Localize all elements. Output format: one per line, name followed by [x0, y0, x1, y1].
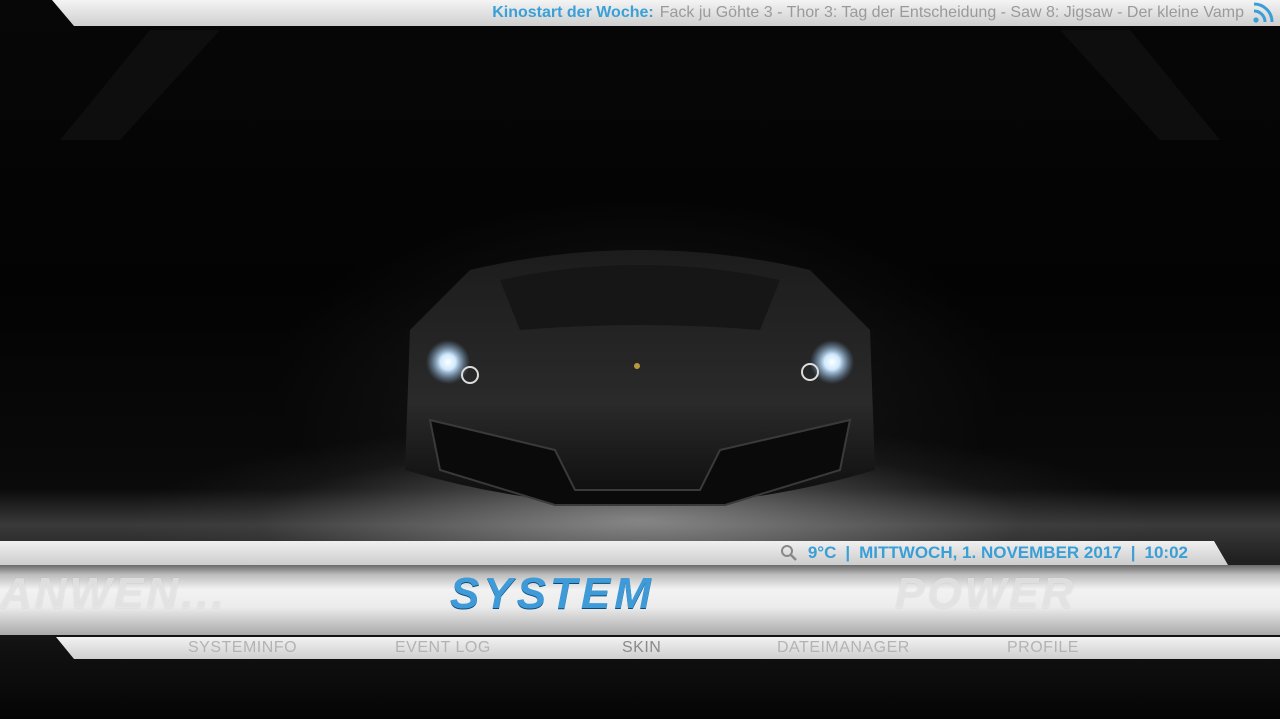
- status-bar: 9°C | MITTWOCH, 1. NOVEMBER 2017 | 10:02: [0, 541, 1228, 565]
- date-label: MITTWOCH, 1. NOVEMBER 2017: [859, 543, 1122, 562]
- ticker-bar: Kinostart der Woche: Fack ju Göhte 3 - T…: [52, 0, 1280, 26]
- menu-item-next[interactable]: POWER: [895, 569, 1076, 619]
- main-menu: ANWEN... SYSTEM POWER: [0, 565, 1280, 635]
- rss-icon[interactable]: [1252, 2, 1274, 24]
- status-separator: |: [1130, 543, 1136, 562]
- ticker-label: Kinostart der Woche:: [492, 4, 654, 21]
- weather-temperature: 9°C: [807, 543, 837, 562]
- ticker-text: Fack ju Göhte 3 - Thor 3: Tag der Entsch…: [659, 4, 1244, 21]
- submenu-item-systeminfo[interactable]: SYSTEMINFO: [188, 639, 297, 657]
- submenu-item-profile[interactable]: PROFILE: [1007, 639, 1079, 657]
- menu-item-system[interactable]: SYSTEM: [450, 569, 655, 619]
- submenu-item-dateimanager[interactable]: DATEIMANAGER: [777, 639, 910, 657]
- menu-item-previous[interactable]: ANWEN...: [0, 569, 227, 619]
- clock: 10:02: [1144, 543, 1188, 562]
- search-icon[interactable]: [780, 544, 798, 562]
- submenu-bar: SYSTEMINFO EVENT LOG SKIN DATEIMANAGER P…: [56, 637, 1280, 659]
- submenu-item-skin[interactable]: SKIN: [622, 639, 661, 657]
- status-separator: |: [845, 543, 851, 562]
- submenu-item-event-log[interactable]: EVENT LOG: [395, 639, 491, 657]
